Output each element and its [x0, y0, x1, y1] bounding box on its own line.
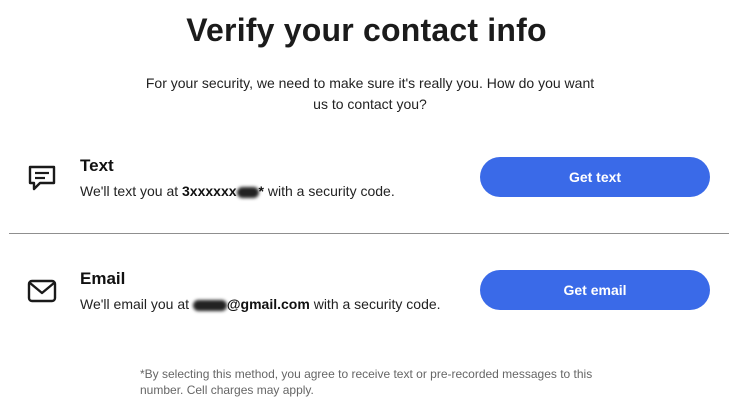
email-desc-prefix: We'll email you at — [80, 296, 193, 312]
text-option-description: We'll text you at 3xxxxxx * with a securi… — [80, 183, 395, 199]
masked-phone: 3xxxxxx * — [182, 183, 264, 199]
email-option-description: We'll email you at @gmail.com with a sec… — [80, 296, 441, 312]
text-option: Text We'll text you at 3xxxxxx * with a s… — [0, 142, 733, 212]
email-option: Email We'll email you at @gmail.com with… — [0, 255, 733, 325]
disclaimer-text: *By selecting this method, you agree to … — [140, 367, 593, 397]
envelope-icon — [26, 275, 58, 307]
redaction-mark — [236, 186, 259, 198]
email-desc-suffix: with a security code. — [309, 296, 441, 312]
page-subtitle: For your security, we need to make sure … — [145, 75, 595, 112]
get-text-button[interactable]: Get text — [480, 157, 710, 197]
text-desc-suffix: with a security code. — [263, 183, 395, 199]
get-email-button[interactable]: Get email — [480, 270, 710, 310]
redaction-mark — [192, 299, 227, 311]
page-title: Verify your contact info — [186, 12, 547, 48]
divider — [9, 233, 729, 234]
text-option-heading: Text — [80, 156, 114, 175]
masked-email: @gmail.com — [192, 296, 310, 312]
email-option-heading: Email — [80, 269, 126, 288]
text-desc-prefix: We'll text you at — [80, 183, 183, 199]
message-icon — [26, 162, 58, 194]
